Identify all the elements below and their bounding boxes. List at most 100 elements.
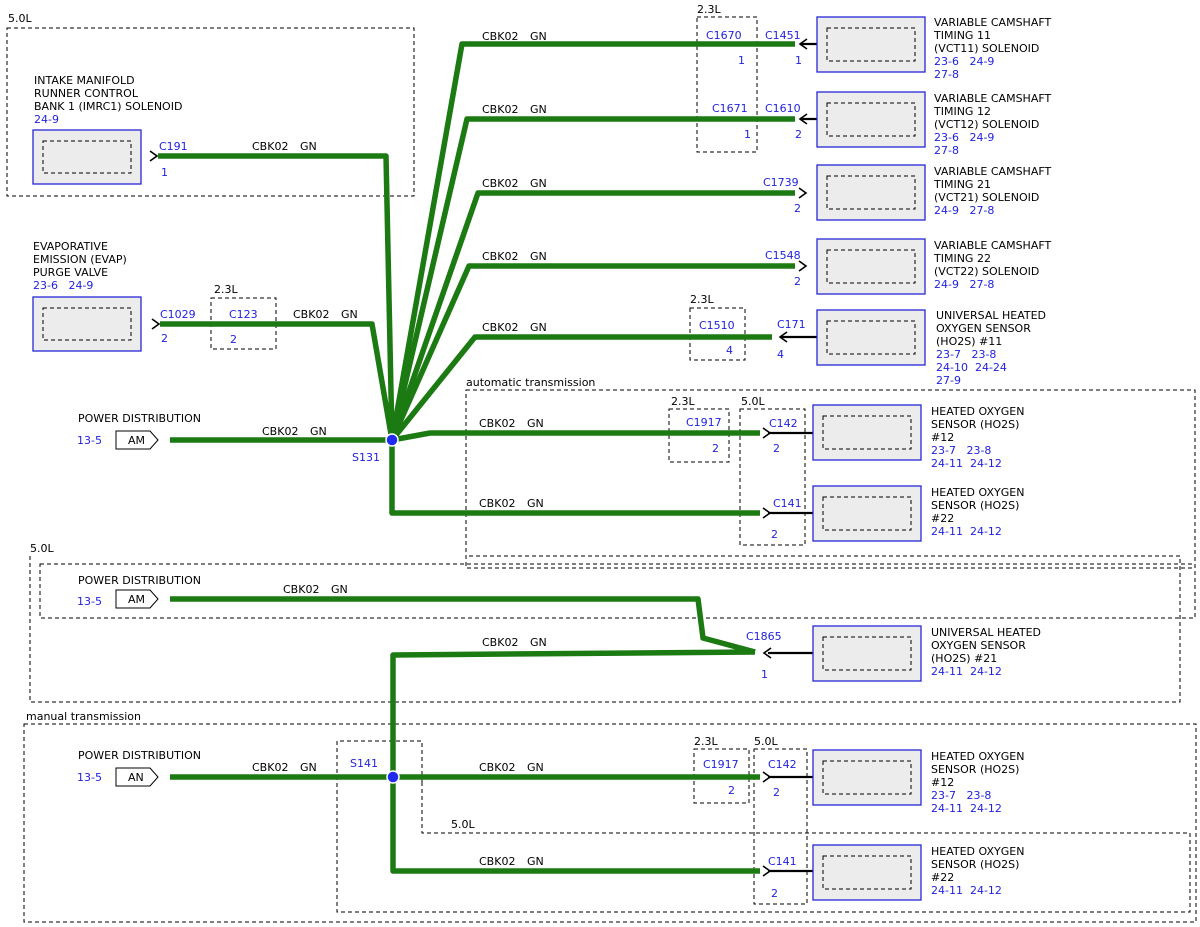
svg-text:23-7 23-8: 23-7 23-8 bbox=[931, 789, 991, 802]
region-label-5-0l-top: 5.0L bbox=[8, 12, 32, 25]
wire-label: CBK02 GN bbox=[479, 761, 544, 774]
wire-vct22 bbox=[389, 263, 795, 442]
component-uho2s-11 bbox=[816, 309, 926, 366]
svg-text:(HO2S) #11: (HO2S) #11 bbox=[936, 335, 1002, 348]
arrow-c191 bbox=[149, 150, 159, 162]
component-ho2s-12-manual bbox=[812, 749, 922, 806]
connector-pin: 2 bbox=[773, 786, 780, 799]
inline-label-2-3l-c1917-manual: 2.3L bbox=[694, 735, 718, 748]
component-vct21-solenoid bbox=[816, 164, 926, 221]
svg-text:TIMING 22: TIMING 22 bbox=[933, 252, 991, 265]
svg-text:27-8: 27-8 bbox=[934, 68, 959, 81]
svg-text:CBK02: CBK02 bbox=[283, 583, 319, 596]
label-ho2s12-manual: HEATED OXYGEN SENSOR (HO2S) #12 23-7 23-… bbox=[931, 750, 1024, 815]
connector-pin: 2 bbox=[230, 333, 237, 346]
svg-text:HEATED OXYGEN: HEATED OXYGEN bbox=[931, 405, 1024, 418]
component-vct12-solenoid bbox=[816, 91, 926, 148]
connector-id-c1917-auto: C1917 bbox=[686, 416, 722, 429]
svg-text:(HO2S) #21: (HO2S) #21 bbox=[931, 652, 997, 665]
svg-text:HEATED OXYGEN: HEATED OXYGEN bbox=[931, 845, 1024, 858]
svg-text:GN: GN bbox=[341, 308, 358, 321]
svg-text:HEATED OXYGEN: HEATED OXYGEN bbox=[931, 486, 1024, 499]
svg-text:TIMING 21: TIMING 21 bbox=[933, 178, 991, 191]
power-tag: AM bbox=[128, 434, 145, 447]
connector-id-c123: C123 bbox=[229, 308, 258, 321]
svg-text:EMISSION (EVAP): EMISSION (EVAP) bbox=[33, 253, 127, 266]
label-vct11: VARIABLE CAMSHAFT TIMING 11 (VCT11) SOLE… bbox=[933, 16, 1051, 81]
svg-text:RUNNER CONTROL: RUNNER CONTROL bbox=[34, 87, 139, 100]
connector-id-c142-auto: C142 bbox=[769, 417, 798, 430]
svg-text:OXYGEN SENSOR: OXYGEN SENSOR bbox=[936, 322, 1031, 335]
svg-text:GN: GN bbox=[530, 30, 547, 43]
region-label-5-0l-bottom: 5.0L bbox=[451, 818, 475, 831]
svg-text:SENSOR (HO2S): SENSOR (HO2S) bbox=[931, 858, 1019, 871]
connector-pin: 4 bbox=[726, 344, 733, 357]
svg-text:23-6 24-9: 23-6 24-9 bbox=[934, 131, 994, 144]
svg-text:CBK02: CBK02 bbox=[479, 497, 515, 510]
inline-label-5-0l-c142-auto: 5.0L bbox=[741, 395, 765, 408]
svg-text:CBK02: CBK02 bbox=[262, 425, 298, 438]
label-evap: EVAPORATIVE EMISSION (EVAP) PURGE VALVE … bbox=[33, 240, 127, 292]
svg-text:UNIVERSAL HEATED: UNIVERSAL HEATED bbox=[931, 626, 1041, 639]
svg-text:GN: GN bbox=[527, 855, 544, 868]
svg-text:#22: #22 bbox=[931, 871, 954, 884]
svg-text:VARIABLE CAMSHAFT: VARIABLE CAMSHAFT bbox=[934, 239, 1051, 252]
arrow-c142-manual bbox=[762, 771, 772, 783]
inline-label-2-3l-c1917-auto: 2.3L bbox=[671, 395, 695, 408]
connector-id-c1865: C1865 bbox=[746, 630, 782, 643]
svg-text:SENSOR (HO2S): SENSOR (HO2S) bbox=[931, 763, 1019, 776]
connector-pin: 1 bbox=[744, 128, 751, 141]
component-vct22-solenoid bbox=[816, 238, 926, 295]
wiring-diagram: 5.0L automatic transmission 5.0L manual … bbox=[6, 3, 1197, 923]
wire-label: CBK02 GN bbox=[482, 250, 547, 263]
svg-text:GN: GN bbox=[310, 425, 327, 438]
svg-text:#22: #22 bbox=[931, 512, 954, 525]
power-distribution-1: POWER DISTRIBUTION 13-5 AM bbox=[77, 412, 201, 450]
connector-pin: 2 bbox=[771, 887, 778, 900]
region-label-manual-transmission: manual transmission bbox=[26, 710, 141, 723]
splice-label-s131: S131 bbox=[352, 451, 380, 464]
inline-label-2-3l-c1670: 2.3L bbox=[697, 3, 721, 16]
svg-text:CBK02: CBK02 bbox=[482, 177, 518, 190]
connector-id-c1670: C1670 bbox=[706, 29, 742, 42]
svg-text:CBK02: CBK02 bbox=[479, 855, 515, 868]
power-title: POWER DISTRIBUTION bbox=[78, 749, 201, 762]
wire-label: CBK02 GN bbox=[482, 321, 547, 334]
label-ho2s22-manual: HEATED OXYGEN SENSOR (HO2S) #22 24-11 24… bbox=[931, 845, 1024, 897]
svg-text:SENSOR (HO2S): SENSOR (HO2S) bbox=[931, 418, 1019, 431]
svg-text:GN: GN bbox=[300, 761, 317, 774]
svg-text:24-11 24-12: 24-11 24-12 bbox=[931, 457, 1002, 470]
arrow-c141-auto bbox=[762, 507, 772, 519]
inline-label-2-3l-c1510: 2.3L bbox=[690, 293, 714, 306]
connector-arrows bbox=[149, 38, 808, 877]
svg-text:CBK02: CBK02 bbox=[252, 140, 288, 153]
wire-label: CBK02 GN bbox=[283, 583, 348, 596]
svg-text:24-9 27-8: 24-9 27-8 bbox=[934, 204, 994, 217]
component-uho2s-21 bbox=[812, 625, 922, 682]
svg-text:CBK02: CBK02 bbox=[479, 761, 515, 774]
connector-pin: 2 bbox=[773, 442, 780, 455]
svg-text:23-6 24-9: 23-6 24-9 bbox=[33, 279, 93, 292]
label-uho2s21: UNIVERSAL HEATED OXYGEN SENSOR (HO2S) #2… bbox=[931, 626, 1041, 678]
connector-pin: 2 bbox=[712, 442, 719, 455]
wire-vct21 bbox=[389, 190, 795, 441]
power-ref: 13-5 bbox=[77, 595, 102, 608]
inline-label-2-3l-c123: 2.3L bbox=[214, 283, 238, 296]
label-uho2s11: UNIVERSAL HEATED OXYGEN SENSOR (HO2S) #1… bbox=[936, 309, 1046, 387]
svg-text:24-11 24-12: 24-11 24-12 bbox=[931, 525, 1002, 538]
connector-pin: 2 bbox=[794, 275, 801, 288]
svg-text:TIMING 12: TIMING 12 bbox=[933, 105, 991, 118]
svg-text:CBK02: CBK02 bbox=[482, 321, 518, 334]
svg-text:27-9: 27-9 bbox=[936, 374, 961, 387]
splice-s131 bbox=[385, 433, 399, 447]
svg-text:24-11 24-12: 24-11 24-12 bbox=[931, 802, 1002, 815]
svg-text:CBK02: CBK02 bbox=[479, 417, 515, 430]
svg-text:GN: GN bbox=[530, 250, 547, 263]
arrow-c1029 bbox=[151, 318, 161, 330]
wire-label: CBK02 GN bbox=[479, 497, 544, 510]
wire-label: CBK02 GN bbox=[482, 177, 547, 190]
connector-id-c191: C191 bbox=[159, 140, 188, 153]
label-imrc: INTAKE MANIFOLD RUNNER CONTROL BANK 1 (I… bbox=[34, 74, 182, 126]
svg-text:24-10 24-24: 24-10 24-24 bbox=[936, 361, 1007, 374]
connector-id-c141-auto: C141 bbox=[773, 497, 802, 510]
